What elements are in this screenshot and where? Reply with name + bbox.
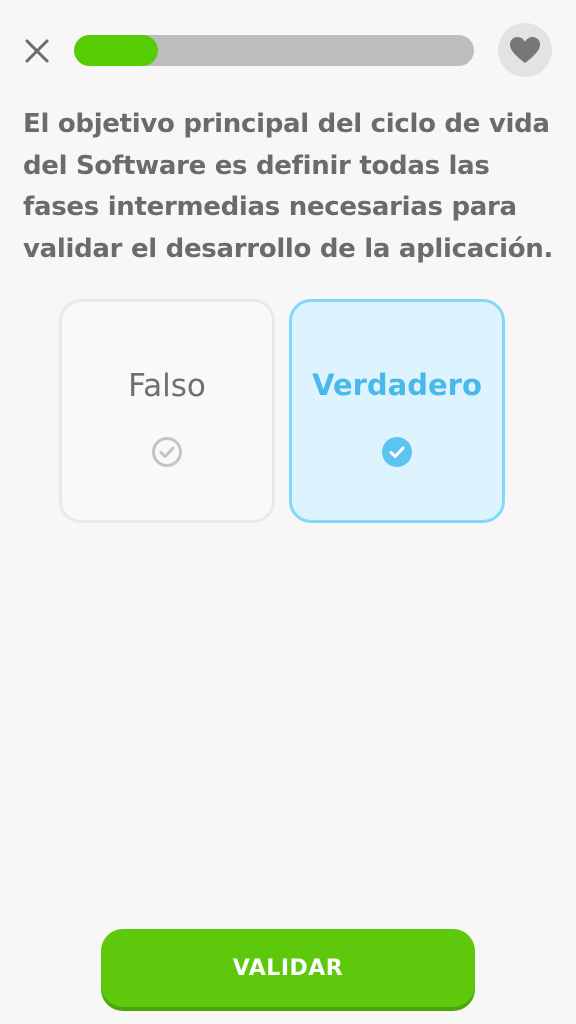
check-circle-outline-icon xyxy=(151,436,183,468)
validate-button[interactable]: VALIDAR xyxy=(101,929,475,1007)
option-true[interactable]: Verdadero xyxy=(289,299,505,523)
close-icon xyxy=(25,39,49,63)
option-label: Verdadero xyxy=(312,368,482,402)
option-false[interactable]: Falso xyxy=(59,299,275,523)
heart-icon xyxy=(510,37,540,63)
progress-bar xyxy=(74,35,474,66)
option-label: Falso xyxy=(128,368,206,404)
progress-fill xyxy=(74,35,158,66)
question-text: El objetivo principal del ciclo de vida … xyxy=(23,109,554,264)
hearts-button[interactable] xyxy=(498,23,552,77)
close-button[interactable] xyxy=(20,34,54,68)
check-circle-filled-icon xyxy=(381,436,413,468)
